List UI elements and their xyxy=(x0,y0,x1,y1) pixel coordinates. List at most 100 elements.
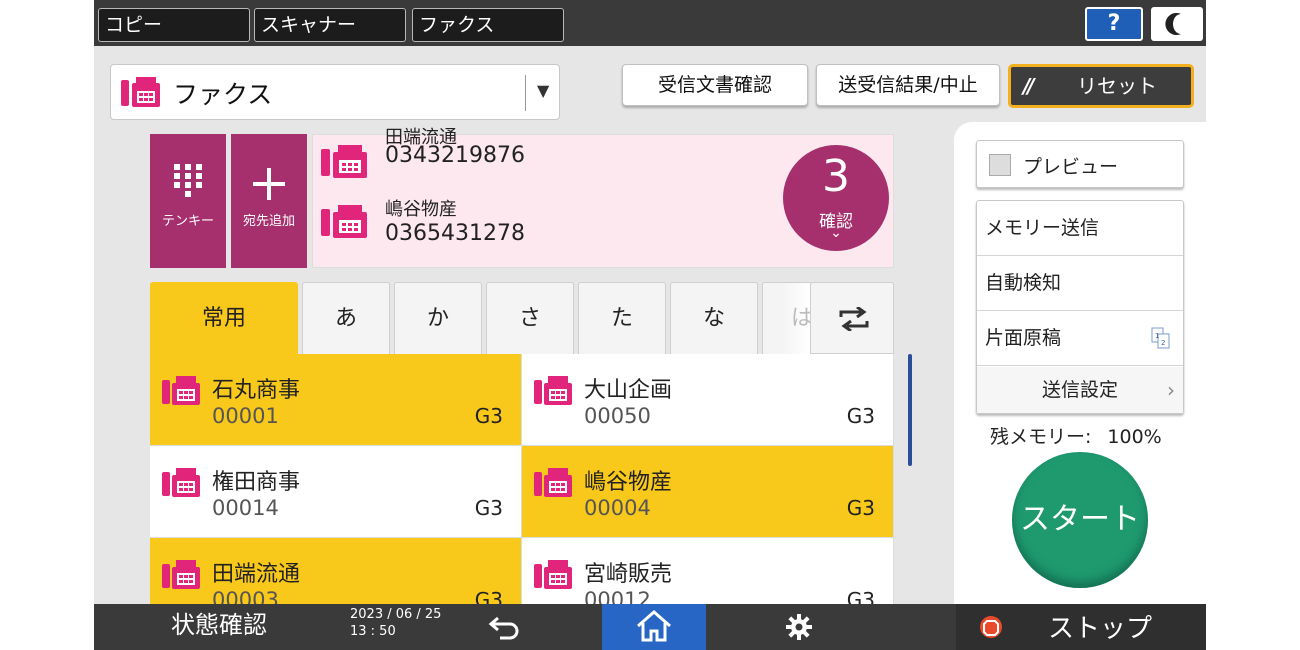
settings-button[interactable] xyxy=(774,604,824,650)
destination-name: 嶋谷物産 xyxy=(385,199,457,220)
memory-value: 100% xyxy=(1107,426,1162,448)
preview-toggle[interactable]: プレビュー xyxy=(976,140,1184,188)
right-panel: プレビュー メモリー送信 自動検知 片面原稿 1 2 送信設定 › 残メモリー:… xyxy=(954,122,1206,606)
quick-settings: メモリー送信 自動検知 片面原稿 1 2 送信設定 › xyxy=(976,200,1184,414)
checkbox[interactable] xyxy=(989,154,1011,176)
tab-a[interactable]: あ xyxy=(302,282,390,354)
add-destination-label: 宛先追加 xyxy=(242,214,295,229)
bottom-bar: 状態確認 2023 / 06 / 25 13 : 50 ストップ xyxy=(94,604,1206,650)
chevron-down-icon: ⌄ xyxy=(830,225,842,241)
svg-text:1: 1 xyxy=(1155,332,1159,340)
one-sided-setting[interactable]: 片面原稿 1 2 xyxy=(977,311,1183,366)
app-title: ファクス xyxy=(173,80,273,109)
tab-fax[interactable]: ファクス xyxy=(412,8,564,42)
fax-icon xyxy=(162,468,200,497)
entry-mode: G3 xyxy=(474,404,503,428)
time: 13 : 50 xyxy=(350,624,396,639)
back-button[interactable] xyxy=(474,604,534,650)
fax-icon xyxy=(121,77,160,107)
entry-name: 宮崎販売 xyxy=(584,562,673,587)
fax-icon xyxy=(321,205,367,238)
tx-results-button[interactable]: 送受信結果/中止 xyxy=(816,64,1000,106)
tab-scanner[interactable]: スキャナー xyxy=(254,8,406,42)
destination-number: 0343219876 xyxy=(385,143,525,168)
tab-frequent[interactable]: 常用 xyxy=(150,282,298,354)
fax-icon xyxy=(162,560,200,589)
tab-ka[interactable]: か xyxy=(394,282,482,354)
address-book-entry[interactable]: 石丸商事 00001 G3 xyxy=(150,354,522,446)
entry-name: 田端流通 xyxy=(212,562,301,587)
entry-id: 00014 xyxy=(212,496,279,520)
entry-mode: G3 xyxy=(846,496,875,520)
keypad-button[interactable]: テンキー xyxy=(150,134,226,268)
app-selector[interactable]: ファクス ▼ xyxy=(110,64,560,120)
help-button[interactable]: ? xyxy=(1085,7,1143,41)
switch-view-button[interactable] xyxy=(810,282,894,354)
auto-detect-setting[interactable]: 自動検知 xyxy=(977,256,1183,311)
night-mode-button[interactable] xyxy=(1151,7,1203,41)
scrollbar[interactable] xyxy=(908,354,912,466)
stop-button[interactable]: ストップ xyxy=(956,604,1206,650)
entry-name: 大山企画 xyxy=(584,378,673,403)
gear-icon xyxy=(786,614,812,640)
svg-text:2: 2 xyxy=(1161,339,1165,347)
entry-name: 権田商事 xyxy=(212,470,301,495)
divider xyxy=(525,75,526,111)
stop-label: ストップ xyxy=(1048,614,1153,644)
reset-button[interactable]: // リセット xyxy=(1008,64,1194,108)
moon-icon xyxy=(1165,13,1181,35)
date-time: 2023 / 06 / 25 13 : 50 xyxy=(350,606,441,640)
keypad-icon xyxy=(174,164,202,197)
tx-settings-button[interactable]: 送信設定 › xyxy=(977,367,1183,413)
address-book-entry[interactable]: 田端流通 00003 G3 xyxy=(150,538,522,606)
tab-na[interactable]: な xyxy=(670,282,758,354)
one-sided-label: 片面原稿 xyxy=(985,327,1062,349)
entry-id: 00001 xyxy=(212,404,279,428)
fax-icon xyxy=(534,468,572,497)
address-book-entry[interactable]: 宮崎販売 00012 G3 xyxy=(522,538,894,606)
stop-icon xyxy=(980,616,1002,638)
tx-settings-label: 送信設定 xyxy=(1041,379,1118,401)
entry-mode: G3 xyxy=(474,496,503,520)
memory-label: 残メモリー: xyxy=(990,426,1092,448)
chevron-right-icon: › xyxy=(1167,378,1175,402)
fax-icon xyxy=(321,145,367,178)
one-sided-original-icon: 1 2 xyxy=(1151,327,1170,349)
tab-ha[interactable]: は xyxy=(762,282,813,354)
address-book-grid: 石丸商事 00001 G3 大山企画 00050 G3 権田商事 00014 G3 嶋谷物産 000… xyxy=(150,354,894,606)
preview-label: プレビュー xyxy=(1023,156,1119,178)
fax-icon xyxy=(534,376,572,405)
add-destination-button[interactable]: 宛先追加 xyxy=(231,134,307,268)
received-docs-button[interactable]: 受信文書確認 xyxy=(622,64,808,106)
home-button[interactable] xyxy=(602,604,706,650)
tab-sa[interactable]: さ xyxy=(486,282,574,354)
plus-icon xyxy=(253,168,285,200)
entry-mode: G3 xyxy=(846,404,875,428)
start-button[interactable]: スタート xyxy=(1012,452,1148,588)
address-book-entry[interactable]: 嶋谷物産 00004 G3 xyxy=(522,446,894,538)
swap-arrows-icon xyxy=(839,307,869,331)
address-book-entry[interactable]: 大山企画 00050 G3 xyxy=(522,354,894,446)
tab-ta[interactable]: た xyxy=(578,282,666,354)
entry-name: 嶋谷物産 xyxy=(584,470,673,495)
tab-copy[interactable]: コピー xyxy=(98,8,250,42)
remaining-memory: 残メモリー: 100% xyxy=(990,422,1162,449)
status-check-button[interactable]: 状態確認 xyxy=(94,604,344,650)
keypad-label: テンキー xyxy=(161,214,214,229)
entry-id: 00050 xyxy=(584,404,651,428)
confirm-destinations-button[interactable]: 3 確認 ⌄ xyxy=(783,145,889,251)
address-book-entry[interactable]: 権田商事 00014 G3 xyxy=(150,446,522,538)
memory-tx-setting[interactable]: メモリー送信 xyxy=(977,201,1183,256)
top-bar: コピー スキャナー ファクス ? xyxy=(94,0,1206,46)
date: 2023 / 06 / 25 xyxy=(350,607,442,622)
home-icon xyxy=(637,610,671,642)
destination-number: 0365431278 xyxy=(385,221,525,246)
dropdown-arrow-icon: ▼ xyxy=(537,81,550,100)
reset-icon: // xyxy=(1023,74,1034,98)
destination-list[interactable]: 田端流通 0343219876 嶋谷物産 0365431278 3 確認 ⌄ xyxy=(312,127,894,268)
entry-name: 石丸商事 xyxy=(212,378,301,403)
fax-screen: コピー スキャナー ファクス ? ファクス ▼ 受信文書確認 送受信結果/中止 … xyxy=(94,0,1206,650)
fax-icon xyxy=(534,560,572,589)
reset-label: リセット xyxy=(1077,74,1157,98)
entry-id: 00004 xyxy=(584,496,651,520)
